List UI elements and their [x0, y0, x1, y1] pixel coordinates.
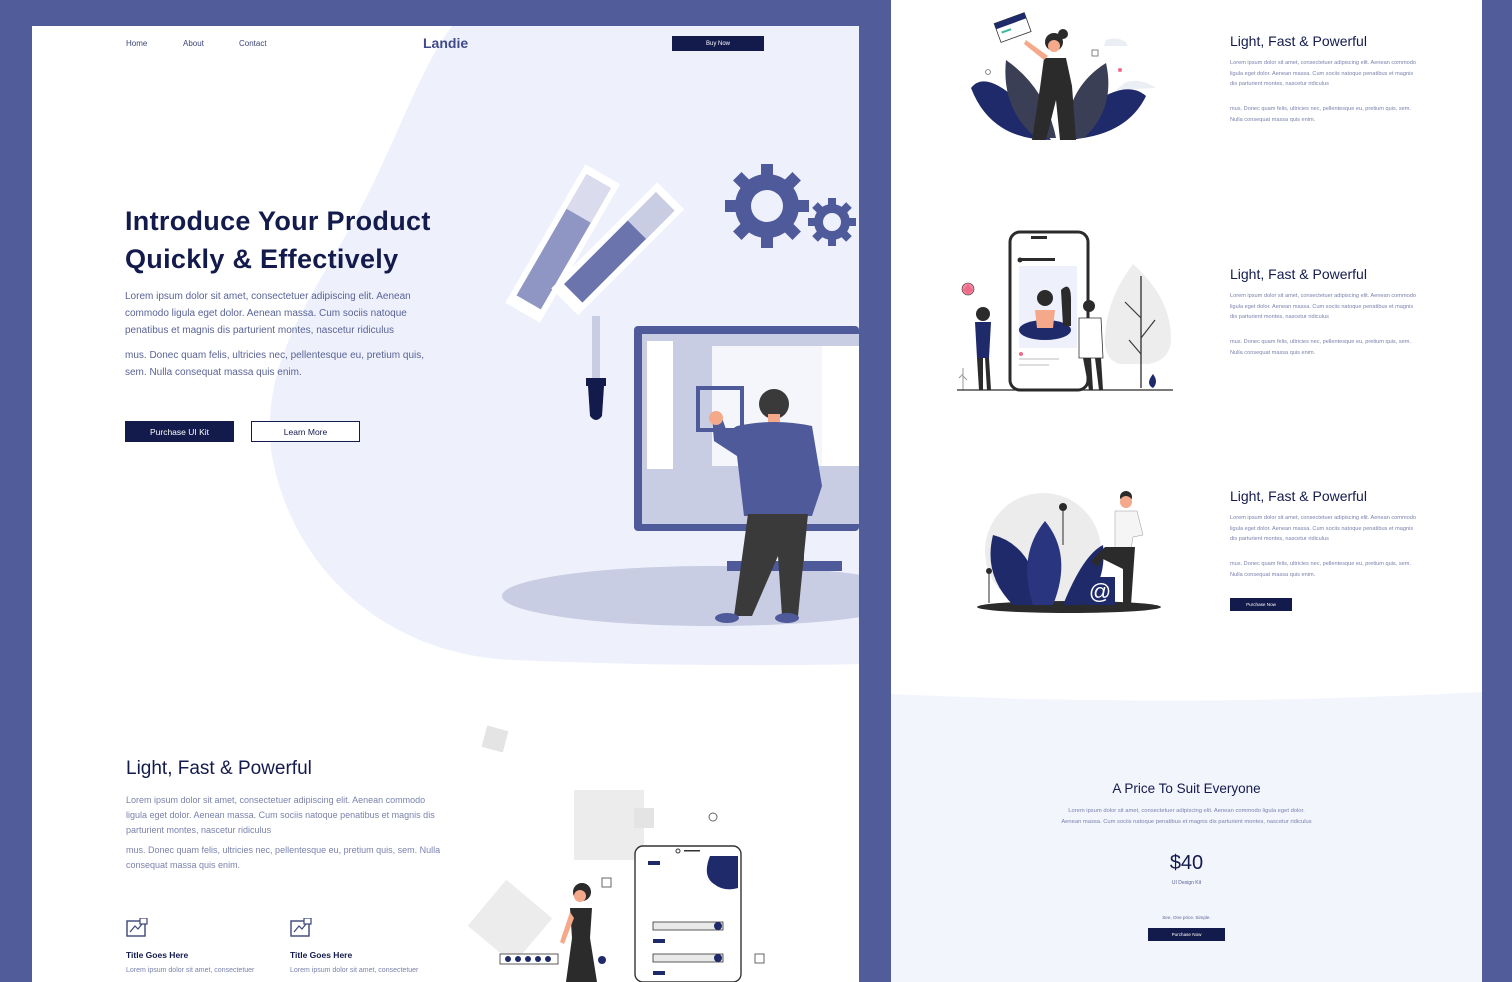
learn-more-button[interactable]: Learn More	[251, 421, 360, 442]
landing-page-main: Home About Contact Landie Buy Now Introd…	[32, 26, 859, 982]
nav-contact-link[interactable]: Contact	[239, 39, 267, 48]
landing-page-sections: Light, Fast & Powerful Lorem ipsum dolor…	[891, 0, 1482, 982]
section-2-title: Light, Fast & Powerful	[1230, 266, 1367, 282]
nav-home-link[interactable]: Home	[126, 39, 147, 48]
pricing-note: See, One price. Simple.	[1162, 915, 1211, 920]
feature-2-text: Lorem ipsum dolor sit amet, consectetuer	[290, 967, 419, 974]
section-3-purchase-button[interactable]: Purchase Now	[1230, 598, 1292, 611]
feature-2-title: Title Goes Here	[290, 950, 353, 960]
purchase-ui-kit-button[interactable]: Purchase UI Kit	[125, 421, 234, 442]
hero-title: Introduce Your Product Quickly & Effecti…	[125, 202, 485, 278]
mobile-app-illustration	[467, 725, 765, 982]
hero-illustration	[502, 164, 859, 626]
brand-logo[interactable]: Landie	[423, 35, 468, 51]
hero-title-line-1: Introduce Your Product	[125, 206, 431, 236]
hero-paragraph-2: mus. Donec quam felis, ultricies nec, pe…	[125, 350, 425, 378]
section-2-paragraph-2: mus. Donec quam felis, ultricies nec, pe…	[1230, 339, 1411, 356]
section-3-paragraph-2: mus. Donec quam felis, ultricies nec, pe…	[1230, 561, 1411, 578]
section-3-paragraph-1: Lorem ipsum dolor sit amet, consectetuer…	[1230, 515, 1416, 542]
price-amount: $40	[1169, 852, 1204, 874]
hero-paragraph-1: Lorem ipsum dolor sit amet, consectetuer…	[125, 291, 411, 336]
at-sign-icon: @	[1089, 579, 1111, 604]
pricing-purchase-button[interactable]: Purchase Now	[1148, 928, 1225, 941]
social-phone-illustration	[957, 230, 1173, 392]
features-paragraph-2: mus. Donec quam felis, ultricies nec, pe…	[126, 845, 441, 870]
pricing-title: A Price To Suit Everyone	[1112, 781, 1261, 796]
gear-icon	[725, 164, 856, 248]
blueprint-icon	[126, 918, 148, 937]
pricing-description: Lorem ipsum dolor sit amet, consectetuer…	[1061, 808, 1312, 825]
hero-title-line-2: Quickly & Effectively	[125, 244, 399, 274]
feature-1-text: Lorem ipsum dolor sit amet, consectetuer	[126, 967, 255, 974]
price-caption: UI Design Kit	[1171, 880, 1202, 886]
section-3-title: Light, Fast & Powerful	[1230, 488, 1367, 504]
section-1-paragraph-1: Lorem ipsum dolor sit amet, consectetuer…	[1230, 60, 1416, 87]
features-paragraph-1: Lorem ipsum dolor sit amet, consectetuer…	[126, 795, 435, 835]
section-1-paragraph-2: mus. Donec quam felis, ultricies nec, pe…	[1230, 106, 1411, 123]
nav-about-link[interactable]: About	[183, 39, 204, 48]
woman-with-card-illustration	[971, 12, 1156, 140]
features-title: Light, Fast & Powerful	[126, 758, 312, 779]
email-plant-illustration: @	[977, 491, 1161, 613]
section-1-title: Light, Fast & Powerful	[1230, 33, 1367, 49]
section-2-paragraph-1: Lorem ipsum dolor sit amet, consectetuer…	[1230, 293, 1416, 320]
feature-1-title: Title Goes Here	[126, 950, 189, 960]
blueprint-icon	[290, 918, 312, 937]
buy-now-button[interactable]: Buy Now	[672, 36, 764, 51]
